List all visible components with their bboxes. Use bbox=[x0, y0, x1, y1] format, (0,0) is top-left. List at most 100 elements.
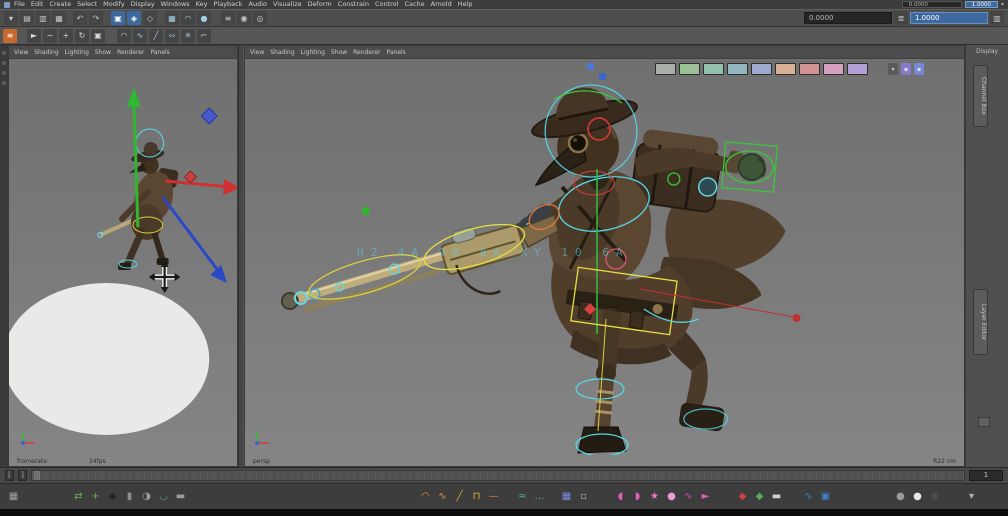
app-icon[interactable] bbox=[4, 2, 10, 8]
select-component-icon[interactable]: ◇ bbox=[143, 11, 157, 25]
hud-joint-icon[interactable] bbox=[599, 73, 606, 80]
redo-icon[interactable]: ↷ bbox=[89, 11, 103, 25]
picker-swatch-peach[interactable] bbox=[775, 63, 796, 75]
dark-sphere-icon[interactable]: ● bbox=[927, 489, 942, 504]
aim-target-control[interactable] bbox=[792, 314, 800, 322]
ghost-frame-icon[interactable]: ▫ bbox=[576, 489, 591, 504]
left-viewport-canvas[interactable] bbox=[9, 59, 237, 455]
ipr-render-icon[interactable]: ◎ bbox=[253, 11, 267, 25]
set-key-icon[interactable]: ◆ bbox=[105, 489, 120, 504]
tangent-spline-icon[interactable]: ∿ bbox=[435, 489, 450, 504]
range-end-icon[interactable]: ] bbox=[18, 470, 27, 481]
ep-curve-tool-icon[interactable]: ∿ bbox=[133, 29, 147, 43]
gizmo-plane-handle-red[interactable] bbox=[184, 171, 196, 183]
picker-swatch-purple[interactable] bbox=[847, 63, 868, 75]
pose-star-icon[interactable]: ★ bbox=[647, 489, 662, 504]
sidebar-collapse-chip[interactable] bbox=[978, 417, 990, 427]
tangent-auto-icon[interactable]: ◠ bbox=[418, 489, 433, 504]
knot-tool-icon[interactable]: ✳ bbox=[181, 29, 195, 43]
menu-item-5[interactable]: Display bbox=[131, 0, 155, 9]
arrow-pink-icon[interactable]: ► bbox=[698, 489, 713, 504]
menu-item-12[interactable]: Constrain bbox=[338, 0, 369, 9]
right-viewport[interactable]: ViewShadingLightingShowRendererPanels ▾▪… bbox=[244, 45, 965, 467]
hud-node-icon[interactable] bbox=[587, 63, 594, 70]
picker-swatch-pink[interactable] bbox=[823, 63, 844, 75]
menubar-field[interactable]: 0.0000 bbox=[902, 1, 962, 8]
select-tool-icon[interactable]: ► bbox=[27, 29, 41, 43]
menu-item-4[interactable]: Renderer bbox=[353, 49, 380, 56]
current-frame-field[interactable]: 1 bbox=[969, 470, 1003, 481]
menu-set-selector-icon[interactable]: ▾ bbox=[4, 11, 18, 25]
status-field-a[interactable]: 0.0000 bbox=[804, 12, 892, 24]
clip-icon[interactable]: ▬ bbox=[769, 489, 784, 504]
wire-sphere-icon[interactable]: ● bbox=[910, 489, 925, 504]
rotate-tool-icon[interactable]: ↻ bbox=[75, 29, 89, 43]
key-green-icon[interactable]: ◆ bbox=[752, 489, 767, 504]
menubar-caret-icon[interactable]: ▾ bbox=[1001, 0, 1004, 9]
sidebar-tab-layer-editor[interactable]: Layer Editor bbox=[973, 289, 988, 355]
menu-item-9[interactable]: Audio bbox=[249, 0, 267, 9]
undo-icon[interactable]: ↶ bbox=[73, 11, 87, 25]
picker-swatch-red[interactable] bbox=[799, 63, 820, 75]
gizmo-z-axis[interactable] bbox=[163, 197, 220, 272]
open-scene-icon[interactable]: ▥ bbox=[36, 11, 50, 25]
left-viewport[interactable]: ViewShadingLightingShowRendererPanels bbox=[8, 45, 238, 467]
tangent-step-icon[interactable]: ⊓ bbox=[469, 489, 484, 504]
menu-item-13[interactable]: Control bbox=[375, 0, 399, 9]
ik-pole-control[interactable] bbox=[362, 207, 370, 215]
snap-curve-icon[interactable]: ◠ bbox=[181, 11, 195, 25]
pose-dot-icon[interactable]: ● bbox=[664, 489, 679, 504]
select-object-icon[interactable]: ◈ bbox=[127, 11, 141, 25]
pose-right-icon[interactable]: ◗ bbox=[630, 489, 645, 504]
menu-item-11[interactable]: Deform bbox=[308, 0, 332, 9]
input-line-selector-icon[interactable]: ≣ bbox=[894, 11, 908, 25]
time-slider-track[interactable] bbox=[31, 470, 965, 481]
dope-sheet-icon[interactable]: ▦ bbox=[559, 489, 574, 504]
menu-item-10[interactable]: Visualize bbox=[273, 0, 302, 9]
picker-grid-icon[interactable]: ▪ bbox=[914, 63, 924, 75]
gizmo-y-arrowhead[interactable] bbox=[127, 87, 141, 107]
picker-settings-icon[interactable]: ▾ bbox=[888, 63, 898, 75]
hold-key-icon[interactable]: ▮ bbox=[122, 489, 137, 504]
curve-arc-tool-icon[interactable]: ◠ bbox=[117, 29, 131, 43]
move-tool-icon[interactable]: + bbox=[59, 29, 73, 43]
picker-swatch-blue[interactable] bbox=[751, 63, 772, 75]
menu-item-8[interactable]: Playback bbox=[213, 0, 242, 9]
menu-item-14[interactable]: Cache bbox=[404, 0, 424, 9]
right-viewport-canvas[interactable] bbox=[245, 59, 964, 455]
status-field-b[interactable]: 1.0000 bbox=[910, 12, 988, 24]
pose-left-icon[interactable]: ◖ bbox=[613, 489, 628, 504]
snap-grid-icon[interactable]: ▦ bbox=[165, 11, 179, 25]
dots-green-icon[interactable]: … bbox=[532, 489, 547, 504]
menu-item-2[interactable]: Lighting bbox=[65, 49, 89, 56]
menu-item-1[interactable]: Edit bbox=[31, 0, 44, 9]
save-scene-icon[interactable]: ▦ bbox=[52, 11, 66, 25]
render-icon[interactable]: ◉ bbox=[237, 11, 251, 25]
scale-tool-icon[interactable]: ▣ bbox=[91, 29, 105, 43]
picker-swatch-teal[interactable] bbox=[703, 63, 724, 75]
menu-item-3[interactable]: Show bbox=[95, 49, 111, 56]
sidebar-toggle-icon[interactable]: ▥ bbox=[990, 11, 1004, 25]
range-start-icon[interactable]: [ bbox=[5, 470, 14, 481]
menu-item-6[interactable]: Windows bbox=[161, 0, 190, 9]
arc-tracker-icon[interactable]: ◡ bbox=[156, 489, 171, 504]
timer-icon[interactable]: ◑ bbox=[139, 489, 154, 504]
snap-point-icon[interactable]: ● bbox=[197, 11, 211, 25]
current-time-marker[interactable] bbox=[34, 471, 40, 480]
picker-swatch-cyan[interactable] bbox=[727, 63, 748, 75]
menu-item-15[interactable]: Arnold bbox=[431, 0, 452, 9]
menu-item-0[interactable]: File bbox=[14, 0, 25, 9]
buffer-curves-icon[interactable]: ≈ bbox=[515, 489, 530, 504]
new-scene-icon[interactable]: ▤ bbox=[20, 11, 34, 25]
picker-swatch-green[interactable] bbox=[679, 63, 700, 75]
key-red-icon[interactable]: ◆ bbox=[735, 489, 750, 504]
menu-item-2[interactable]: Lighting bbox=[301, 49, 325, 56]
picker-lock-icon[interactable]: ▪ bbox=[901, 63, 911, 75]
picker-swatch-gray[interactable] bbox=[655, 63, 676, 75]
frame-range-icon[interactable]: ▬ bbox=[173, 489, 188, 504]
menu-item-7[interactable]: Key bbox=[196, 0, 208, 9]
curve-blue-icon[interactable]: ∿ bbox=[801, 489, 816, 504]
menu-item-1[interactable]: Shading bbox=[270, 49, 294, 56]
menu-item-1[interactable]: Shading bbox=[34, 49, 58, 56]
select-hierarchy-icon[interactable]: ▣ bbox=[111, 11, 125, 25]
